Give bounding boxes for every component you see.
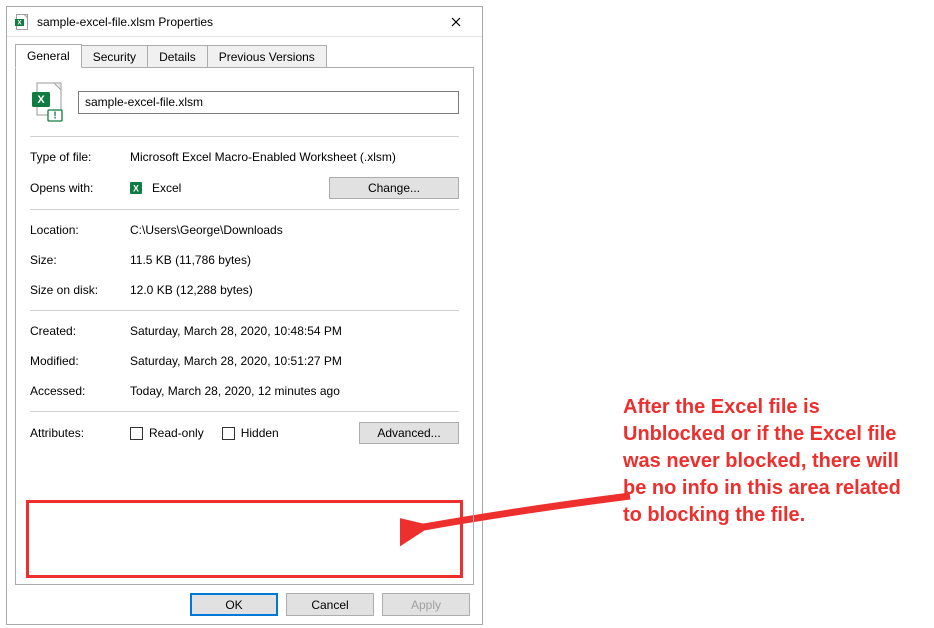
row-accessed: Accessed: Today, March 28, 2020, 12 minu… — [30, 381, 459, 401]
label-type-of-file: Type of file: — [30, 150, 130, 164]
tab-details[interactable]: Details — [147, 45, 208, 68]
cancel-button[interactable]: Cancel — [286, 593, 374, 616]
checkbox-readonly[interactable]: Read-only — [130, 426, 204, 440]
tab-panel-general: X ! Type of file: Microsoft Excel Macro-… — [15, 67, 474, 585]
row-opens-with: Opens with: X Excel Change... — [30, 177, 459, 199]
label-created: Created: — [30, 324, 130, 338]
value-type-of-file: Microsoft Excel Macro-Enabled Worksheet … — [130, 150, 459, 164]
tabstrip: General Security Details Previous Versio… — [15, 43, 474, 67]
divider — [30, 209, 459, 210]
ok-button[interactable]: OK — [190, 593, 278, 616]
divider — [30, 310, 459, 311]
checkbox-icon — [222, 427, 235, 440]
tab-previous-versions[interactable]: Previous Versions — [207, 45, 327, 68]
label-attributes: Attributes: — [30, 426, 130, 440]
label-accessed: Accessed: — [30, 384, 130, 398]
label-size-on-disk: Size on disk: — [30, 283, 130, 297]
file-header: X ! — [30, 82, 459, 122]
value-size-on-disk: 12.0 KB (12,288 bytes) — [130, 283, 459, 297]
value-opens-with: Excel — [152, 181, 181, 195]
excel-macro-file-icon: X ! — [30, 82, 66, 122]
divider — [30, 136, 459, 137]
label-location: Location: — [30, 223, 130, 237]
label-hidden: Hidden — [241, 426, 279, 440]
row-type-of-file: Type of file: Microsoft Excel Macro-Enab… — [30, 147, 459, 167]
apply-button[interactable]: Apply — [382, 593, 470, 616]
checkbox-hidden[interactable]: Hidden — [222, 426, 279, 440]
label-size: Size: — [30, 253, 130, 267]
checkbox-icon — [130, 427, 143, 440]
row-created: Created: Saturday, March 28, 2020, 10:48… — [30, 321, 459, 341]
svg-text:X: X — [17, 20, 21, 26]
value-created: Saturday, March 28, 2020, 10:48:54 PM — [130, 324, 459, 338]
close-button[interactable] — [436, 8, 476, 36]
change-button[interactable]: Change... — [329, 177, 459, 199]
close-icon — [451, 17, 461, 27]
row-size: Size: 11.5 KB (11,786 bytes) — [30, 250, 459, 270]
annotation-highlight-box — [26, 500, 463, 578]
value-location: C:\Users\George\Downloads — [130, 223, 459, 237]
row-modified: Modified: Saturday, March 28, 2020, 10:5… — [30, 351, 459, 371]
divider — [30, 411, 459, 412]
label-modified: Modified: — [30, 354, 130, 368]
tab-general[interactable]: General — [15, 44, 82, 68]
titlebar: X sample-excel-file.xlsm Properties — [7, 7, 482, 37]
value-modified: Saturday, March 28, 2020, 10:51:27 PM — [130, 354, 459, 368]
value-size: 11.5 KB (11,786 bytes) — [130, 253, 459, 267]
properties-dialog: X sample-excel-file.xlsm Properties Gene… — [6, 6, 483, 625]
excel-app-icon: X — [130, 180, 146, 196]
label-readonly: Read-only — [149, 426, 204, 440]
tabs-area: General Security Details Previous Versio… — [7, 37, 482, 585]
filename-input[interactable] — [78, 91, 459, 114]
advanced-button[interactable]: Advanced... — [359, 422, 459, 444]
svg-text:X: X — [37, 94, 45, 106]
dialog-button-row: OK Cancel Apply — [7, 585, 482, 624]
value-accessed: Today, March 28, 2020, 12 minutes ago — [130, 384, 459, 398]
annotation-text: After the Excel file is Unblocked or if … — [623, 394, 918, 529]
svg-text:X: X — [133, 184, 139, 194]
row-size-on-disk: Size on disk: 12.0 KB (12,288 bytes) — [30, 280, 459, 300]
window-title: sample-excel-file.xlsm Properties — [37, 15, 436, 29]
row-attributes: Attributes: Read-only Hidden Advanced... — [30, 422, 459, 444]
excel-file-icon: X — [15, 14, 31, 30]
tab-security[interactable]: Security — [81, 45, 148, 68]
row-location: Location: C:\Users\George\Downloads — [30, 220, 459, 240]
svg-text:!: ! — [53, 111, 56, 122]
label-opens-with: Opens with: — [30, 181, 130, 195]
